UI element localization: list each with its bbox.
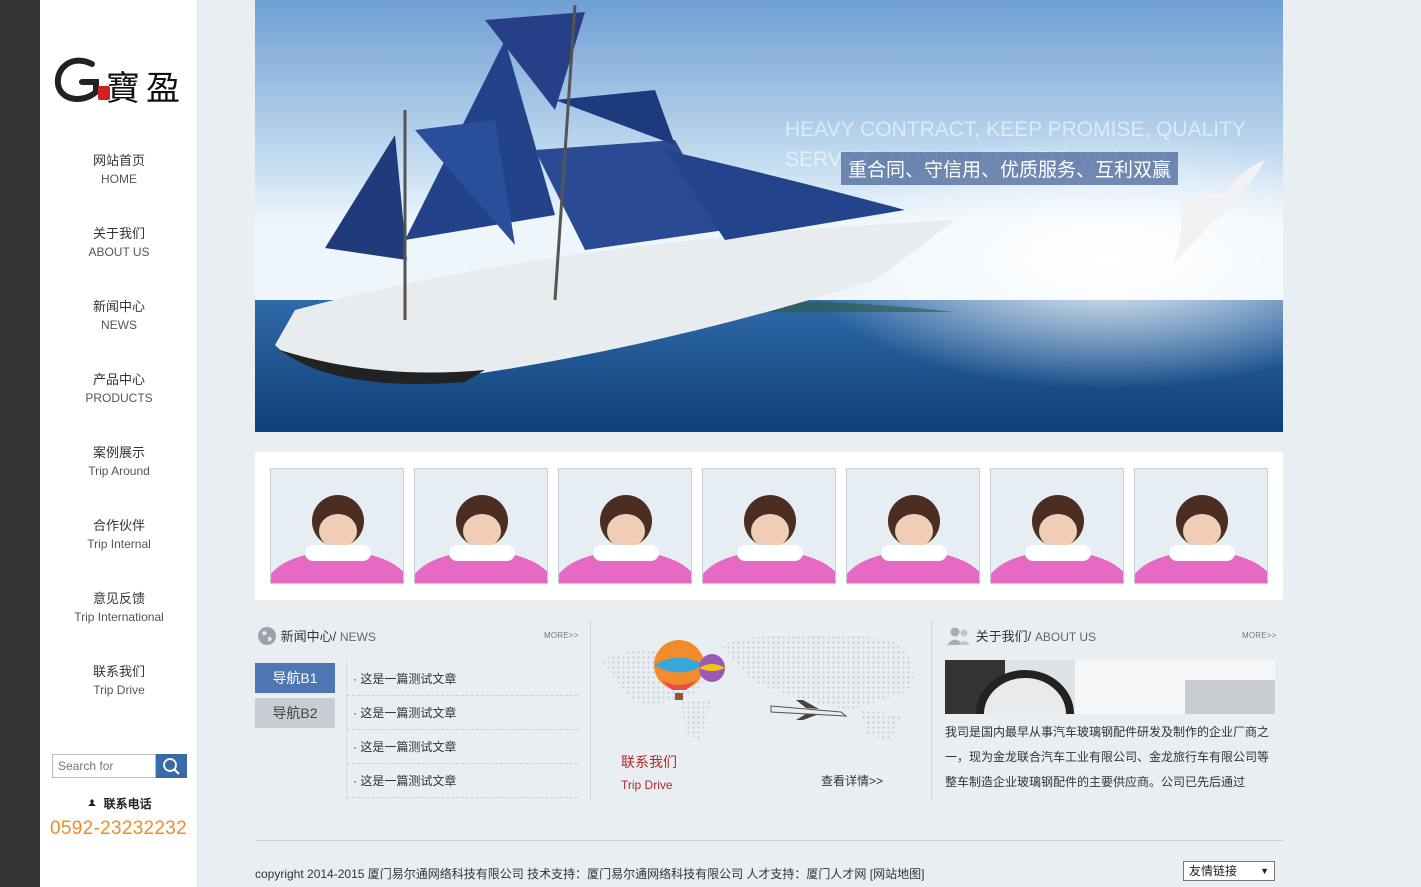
- nav-item-products[interactable]: 产品中心 PRODUCTS: [40, 371, 198, 444]
- contact-details-link[interactable]: 查看详情>>: [821, 772, 883, 789]
- friend-links-select[interactable]: 友情链接 ▼: [1183, 861, 1275, 881]
- gallery-thumb[interactable]: [702, 468, 836, 584]
- footer-copyright: copyright 2014-2015 厦门易尔通网络科技有限公司 技术支持：厦…: [255, 867, 925, 881]
- banner-image: [255, 0, 1283, 432]
- nav-label-en: Trip International: [74, 610, 164, 624]
- nav-item-partners[interactable]: 合作伙伴 Trip Internal: [40, 517, 198, 590]
- news-item[interactable]: · 这是一篇测试文章: [347, 696, 578, 730]
- tab-nav-b2[interactable]: 导航B2: [255, 698, 335, 728]
- nav-item-contact[interactable]: 联系我们 Trip Drive: [40, 663, 198, 736]
- nav-label-zh: 联系我们: [92, 664, 145, 679]
- nav-label-en: Trip Drive: [93, 683, 145, 697]
- contact-panel: 联系我们 Trip Drive 查看详情>>: [590, 620, 932, 800]
- about-description: 我司是国内最早从事汽车玻璃钢配件研发及制作的企业厂商之一，现为金龙联合汽车工业有…: [945, 725, 1270, 789]
- nav-item-about[interactable]: 关于我们 ABOUT US: [40, 225, 198, 298]
- globe-icon: [258, 627, 276, 645]
- nav-label-en: Trip Around: [88, 464, 150, 478]
- nav-label-zh: 案例展示: [92, 445, 145, 460]
- nav-item-feedback[interactable]: 意见反馈 Trip International: [40, 590, 198, 663]
- news-more-link[interactable]: MORE>>: [544, 631, 579, 640]
- main-nav: 网站首页 HOME 关于我们 ABOUT US 新闻中心 NEWS 产品中心 PRODU…: [40, 152, 198, 736]
- banner-en-line1: HEAVY CONTRACT, KEEP PROMISE, QUALITY: [785, 118, 1246, 141]
- friend-links-label: 友情链接: [1189, 864, 1238, 878]
- nav-label-zh: 关于我们: [92, 226, 145, 241]
- nav-label-en: ABOUT US: [88, 245, 150, 259]
- svg-text:寶: 寶: [106, 69, 140, 109]
- svg-text:盈: 盈: [146, 69, 180, 109]
- sidebar: 寶 盈 网站首页 HOME 关于我们 ABOUT US 新闻中心 NEWS 产品中心 P…: [40, 0, 198, 887]
- nav-label-en: NEWS: [101, 318, 137, 332]
- phone-label: 联系电话: [40, 795, 198, 812]
- footer-divider: [255, 840, 1283, 841]
- news-item-title: 这是一篇测试文章: [360, 774, 457, 788]
- search-input[interactable]: [52, 754, 156, 778]
- about-title-en: ABOUT US: [1034, 630, 1096, 644]
- nav-label-zh: 产品中心: [92, 372, 145, 387]
- news-item[interactable]: · 这是一篇测试文章: [347, 730, 578, 764]
- nav-item-news[interactable]: 新闻中心 NEWS: [40, 298, 198, 371]
- photo-gallery: [255, 452, 1283, 600]
- search-box: [52, 754, 187, 778]
- news-title-en: NEWS: [339, 630, 376, 644]
- banner-chinese-slogan: 重合同、守信用、优质服务、互利双赢: [841, 152, 1179, 185]
- news-item-title: 这是一篇测试文章: [360, 706, 457, 720]
- search-icon: [163, 758, 180, 775]
- news-item-title: 这是一篇测试文章: [360, 672, 457, 686]
- gallery-thumb[interactable]: [846, 468, 980, 584]
- nav-label-en: HOME: [101, 172, 137, 186]
- about-more-link[interactable]: MORE>>: [1242, 631, 1277, 640]
- hero-banner: HEAVY CONTRACT, KEEP PROMISE, QUALITY SE…: [255, 0, 1283, 432]
- news-item[interactable]: · 这是一篇测试文章: [347, 662, 578, 696]
- site-logo[interactable]: 寶 盈: [52, 42, 192, 122]
- gallery-thumb[interactable]: [270, 468, 404, 584]
- news-item[interactable]: · 这是一篇测试文章: [347, 764, 578, 798]
- nav-label-en: Trip Internal: [87, 537, 151, 551]
- gallery-thumb[interactable]: [990, 468, 1124, 584]
- about-section-title: 关于我们/ ABOUT US: [946, 626, 1096, 646]
- nav-label-zh: 合作伙伴: [92, 518, 145, 533]
- gallery-thumb[interactable]: [1134, 468, 1268, 584]
- chevron-down-icon: ▼: [1260, 866, 1269, 876]
- contact-title-zh: 联系我们: [621, 754, 677, 770]
- world-map-illustration: [601, 633, 914, 740]
- nav-item-home[interactable]: 网站首页 HOME: [40, 152, 198, 225]
- phone-number: 0592-23232232: [50, 818, 188, 839]
- nav-label-zh: 网站首页: [92, 153, 145, 168]
- news-item-title: 这是一篇测试文章: [360, 740, 457, 754]
- news-section-title: 新闻中心/ NEWS: [257, 626, 376, 646]
- nav-item-cases[interactable]: 案例展示 Trip Around: [40, 444, 198, 517]
- phone-label-text: 联系电话: [103, 797, 152, 811]
- users-icon: [947, 627, 970, 645]
- left-dark-strip: [0, 0, 40, 887]
- gallery-thumb[interactable]: [558, 468, 692, 584]
- nav-label-zh: 意见反馈: [92, 591, 145, 606]
- news-list: · 这是一篇测试文章 · 这是一篇测试文章 · 这是一篇测试文章 · 这是一篇测…: [346, 662, 578, 800]
- nav-label-zh: 新闻中心: [92, 299, 145, 314]
- nav-label-en: PRODUCTS: [85, 391, 153, 405]
- gallery-thumb[interactable]: [414, 468, 548, 584]
- news-title-zh: 新闻中心/: [280, 629, 337, 644]
- contact-title-en: Trip Drive: [621, 778, 673, 792]
- phone-icon: [88, 799, 97, 806]
- search-button[interactable]: [156, 754, 187, 778]
- tab-nav-b1[interactable]: 导航B1: [255, 663, 335, 693]
- about-title-zh: 关于我们/: [975, 629, 1032, 644]
- about-image: [945, 660, 1275, 714]
